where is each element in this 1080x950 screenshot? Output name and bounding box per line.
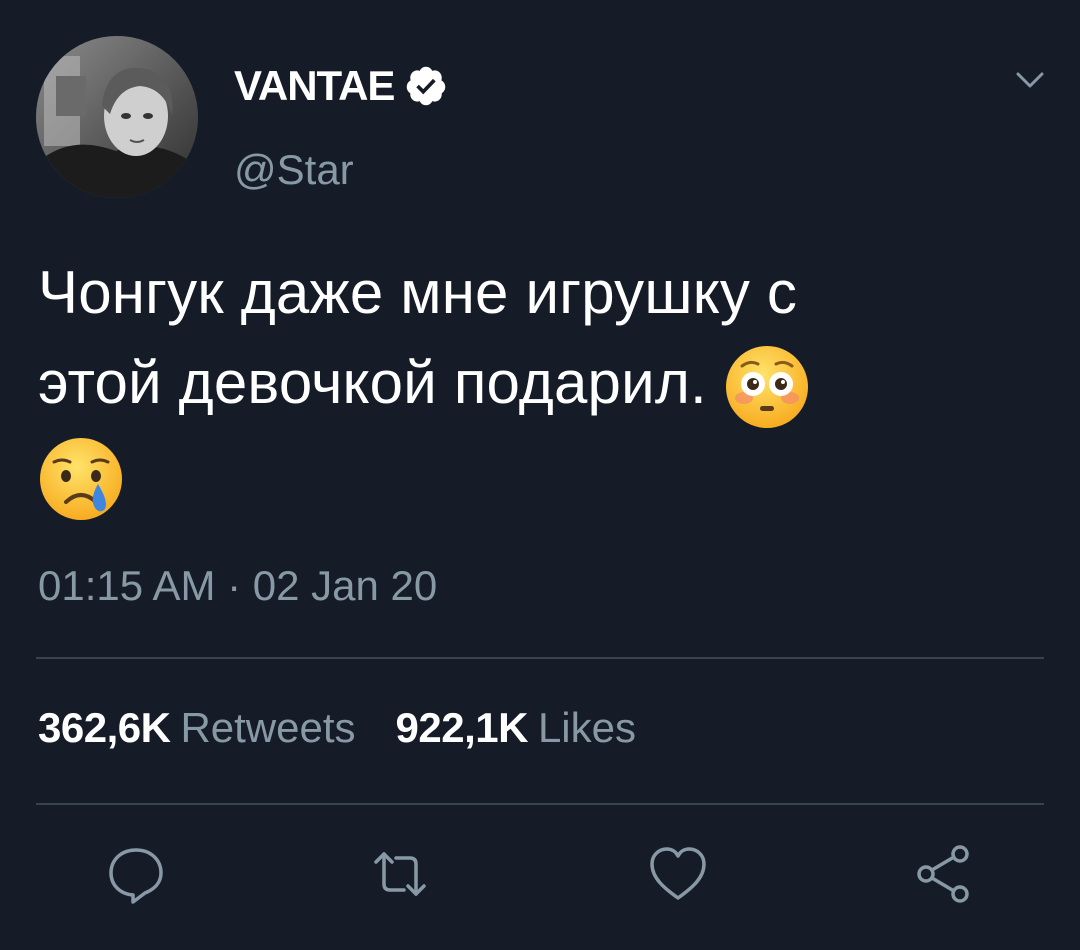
divider <box>36 803 1044 805</box>
retweets-count[interactable]: 362,6K <box>38 704 171 752</box>
verified-badge-icon <box>404 64 448 108</box>
sad-but-relieved-face-emoji-icon <box>38 436 124 522</box>
author-name-row[interactable]: VANTAE <box>234 58 448 114</box>
tweet-timestamp[interactable]: 01:15 AM · 02 Jan 20 <box>38 562 437 610</box>
avatar-image <box>36 36 198 198</box>
tweet-stats: 362,6K Retweets 922,1K Likes <box>38 704 636 752</box>
share-icon[interactable] <box>912 842 976 906</box>
author-handle[interactable]: @Star <box>234 146 354 194</box>
author-display-name[interactable]: VANTAE <box>234 62 395 110</box>
avatar[interactable] <box>36 36 198 198</box>
tweet-text: Чонгук даже мне игрушку с этой девочкой … <box>38 248 1048 522</box>
tweet-text-line-2: этой девочкой подарил. <box>38 349 707 416</box>
retweet-icon[interactable] <box>368 842 432 906</box>
divider <box>36 657 1044 659</box>
likes-count[interactable]: 922,1K <box>396 704 529 752</box>
likes-label[interactable]: Likes <box>538 704 636 752</box>
like-icon[interactable] <box>646 842 710 906</box>
tweet-text-line-1: Чонгук даже мне игрушку с <box>38 259 798 326</box>
chevron-down-icon[interactable] <box>1012 62 1048 98</box>
retweets-label[interactable]: Retweets <box>180 704 355 752</box>
reply-icon[interactable] <box>104 842 168 906</box>
flushed-face-emoji-icon <box>724 344 810 430</box>
